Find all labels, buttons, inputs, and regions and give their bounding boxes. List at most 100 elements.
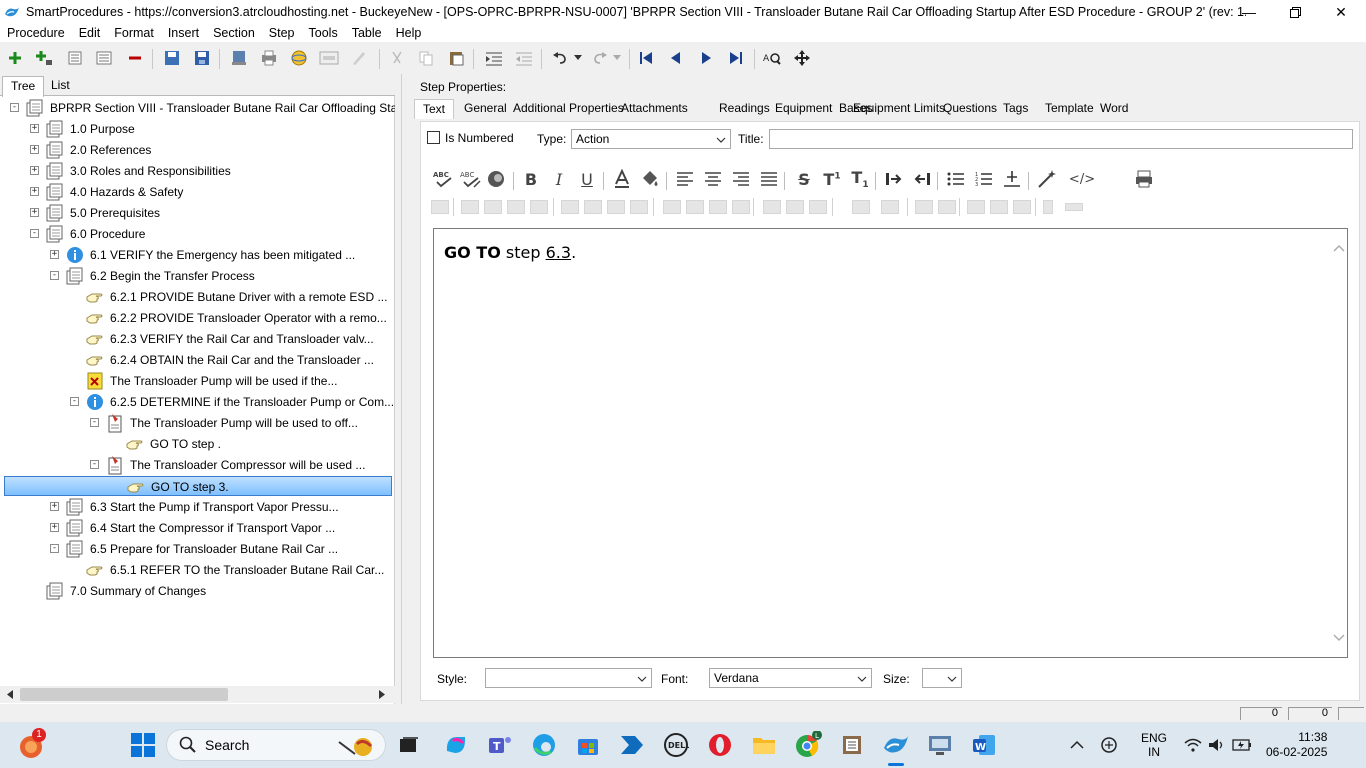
tree-item[interactable]: - 6.0 Procedure [0,224,391,244]
tree-item[interactable]: +3.0 Roles and Responsibilities [0,161,391,181]
smartprocedures-taskbar-icon[interactable] [881,730,911,766]
tree-item[interactable]: - 6.5 Prepare for Transloader Butane Rail… [0,539,391,559]
tab-template[interactable]: Template [1045,101,1094,115]
editor-scroll-down-icon[interactable] [1333,633,1345,645]
taskbar-search[interactable]: Search [166,729,386,761]
windows-start-icon[interactable] [128,730,158,760]
menu-format[interactable]: Format [107,26,161,40]
align-center-icon[interactable] [702,168,724,190]
last-step-icon[interactable] [726,49,746,67]
expand-icon[interactable]: + [30,145,39,154]
close-button[interactable]: ✕ [1318,0,1364,24]
expand-icon[interactable]: + [50,250,59,259]
tree-item[interactable]: +6.3 Start the Pump if Transport Vapor P… [0,497,391,517]
collapse-icon[interactable]: - [50,544,59,553]
size-select[interactable] [922,668,962,688]
editor-scroll-up-icon[interactable] [1333,243,1345,255]
list-icon[interactable] [65,49,85,67]
tab-word[interactable]: Word [1100,101,1128,115]
tree-item[interactable]: 6.5.1 REFER TO the Transloader Butane Ra… [0,560,391,580]
spellcheck-icon[interactable]: ABC [433,168,455,190]
highlight-icon[interactable] [485,168,507,190]
collapse-icon[interactable]: - [90,418,99,427]
align-right-icon[interactable] [730,168,752,190]
tab-tags[interactable]: Tags [1003,101,1028,115]
chevron-up-icon[interactable] [1070,740,1084,750]
tree-item[interactable]: +4.0 Hazards & Safety [0,182,391,202]
tab-equipment[interactable]: Equipment [775,101,832,115]
menu-help[interactable]: Help [389,26,429,40]
copilot-icon[interactable] [441,730,471,760]
tree-item[interactable]: 6.2.2 PROVIDE Transloader Operator with … [0,308,391,328]
type-select[interactable]: Action [571,129,731,149]
bullet-list-icon[interactable] [945,168,967,190]
menu-tools[interactable]: Tools [302,26,345,40]
tree-item[interactable]: +6.4 Start the Compressor if Transport V… [0,518,391,538]
tab-tree[interactable]: Tree [2,76,45,97]
numbered-list-icon[interactable]: 123 [973,168,995,190]
edge-icon[interactable] [529,730,559,760]
tree-item[interactable]: +5.0 Prerequisites [0,203,391,223]
underline-icon[interactable]: U [576,168,598,190]
is-numbered-checkbox[interactable] [427,131,440,144]
tab-readings[interactable]: Readings [719,101,770,115]
tree-item[interactable]: - 6.2 Begin the Transfer Process [0,266,391,286]
paste-icon[interactable] [446,49,466,67]
previous-step-icon[interactable] [666,49,686,67]
font-select[interactable]: Verdana [709,668,872,688]
file-explorer-icon[interactable] [749,730,779,760]
tree-item[interactable]: GO TO step 3. [4,476,392,496]
tab-text[interactable]: Text [414,99,455,119]
scroll-right-icon[interactable] [378,690,386,699]
menu-procedure[interactable]: Procedure [0,26,72,40]
tree-item[interactable]: 6.2.1 PROVIDE Butane Driver with a remot… [0,287,391,307]
superscript-icon[interactable]: T1 [821,168,843,190]
undo-icon[interactable] [550,49,570,67]
menu-insert[interactable]: Insert [161,26,206,40]
indent-icon[interactable] [484,49,504,67]
expand-icon[interactable]: + [30,166,39,175]
magic-wand-icon[interactable] [1036,168,1058,190]
tab-general[interactable]: General [464,101,507,115]
strikethrough-icon[interactable]: S [793,168,815,190]
decrease-indent-icon[interactable] [911,168,933,190]
print-preview-icon[interactable] [1133,168,1155,190]
expand-icon[interactable]: + [30,208,39,217]
horizontal-scrollbar[interactable] [0,686,395,703]
pane-splitter[interactable] [401,74,407,704]
collapse-icon[interactable]: - [10,103,19,112]
bold-icon[interactable]: B [520,168,542,190]
network-settings-icon[interactable] [1100,736,1120,754]
tree-item[interactable]: +6.1 VERIFY the Emergency has been mitig… [0,245,391,265]
clock[interactable]: 11:38 06-02-2025 [1266,730,1327,760]
teams-icon[interactable]: T [485,730,515,760]
tree-item[interactable]: - BPRPR Section VIII - Transloader Butane… [0,98,395,118]
export-icon[interactable] [229,49,249,67]
justify-icon[interactable] [758,168,780,190]
italic-icon[interactable]: I [548,168,570,190]
tree-item[interactable]: GO TO step . [0,434,391,454]
word-icon[interactable]: W [969,730,999,760]
notification-app-icon[interactable]: 1 [16,728,46,760]
title-input[interactable] [769,129,1353,149]
remote-app-icon[interactable] [837,730,867,760]
increase-indent-icon[interactable] [883,168,905,190]
collapse-icon[interactable]: - [30,229,39,238]
language-indicator[interactable]: ENG IN [1136,731,1172,759]
find-icon[interactable]: A [762,49,782,67]
html-source-icon[interactable]: </> [1069,168,1095,190]
task-view-icon[interactable] [394,730,424,760]
add-child-icon[interactable] [34,49,54,67]
spellcheck-options-icon[interactable]: ABC [460,168,482,190]
first-step-icon[interactable] [636,49,656,67]
add-icon[interactable] [5,49,25,67]
remove-icon[interactable] [125,49,145,67]
store-icon[interactable] [573,730,603,760]
chrome-icon[interactable]: L [793,730,823,760]
undo-dropdown-icon[interactable] [568,49,588,67]
font-color-icon[interactable] [611,168,633,190]
tree-item[interactable]: - The Transloader Compressor will be used… [0,455,391,475]
collapse-icon[interactable]: - [50,271,59,280]
collapse-icon[interactable]: - [70,397,79,406]
style-select[interactable] [485,668,652,688]
